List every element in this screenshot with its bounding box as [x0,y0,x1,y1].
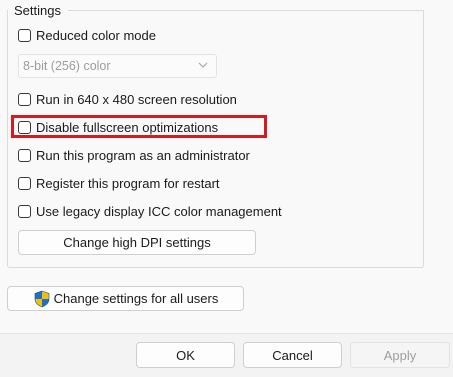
checkbox-label: Run this program as an administrator [36,147,250,163]
checkbox-label: Run in 640 x 480 screen resolution [36,91,237,107]
chevron-down-icon [198,62,208,68]
cancel-button[interactable]: Cancel [243,342,342,368]
checkbox-label: Reduced color mode [36,27,156,43]
settings-group-title: Settings [12,3,63,18]
register-for-restart-checkbox[interactable]: Register this program for restart [18,174,220,192]
checkbox-box[interactable] [18,28,31,42]
checkbox-label: Use legacy display ICC color management [36,203,282,219]
reduced-color-mode-checkbox[interactable]: Reduced color mode [18,26,156,44]
highlight-box [11,115,267,138]
all-users-button-label: Change settings for all users [53,291,219,306]
uac-shield-icon [34,290,49,307]
change-settings-for-all-users-button[interactable]: Change settings for all users [7,286,244,311]
groupbox-top-border [68,10,424,11]
color-depth-select: 8-bit (256) color [18,54,217,78]
color-depth-value: 8-bit (256) color [23,59,111,73]
checkbox-box[interactable] [18,204,31,218]
ok-button[interactable]: OK [136,342,235,368]
legacy-icc-color-management-checkbox[interactable]: Use legacy display ICC color management [18,202,282,220]
run-640x480-checkbox[interactable]: Run in 640 x 480 screen resolution [18,90,237,108]
checkbox-box[interactable] [18,176,31,190]
checkbox-box[interactable] [18,92,31,106]
checkbox-box[interactable] [18,148,31,162]
run-as-administrator-checkbox[interactable]: Run this program as an administrator [18,146,250,164]
apply-button[interactable]: Apply [350,342,450,368]
change-high-dpi-settings-button[interactable]: Change high DPI settings [18,230,256,255]
checkbox-label: Register this program for restart [36,175,220,191]
